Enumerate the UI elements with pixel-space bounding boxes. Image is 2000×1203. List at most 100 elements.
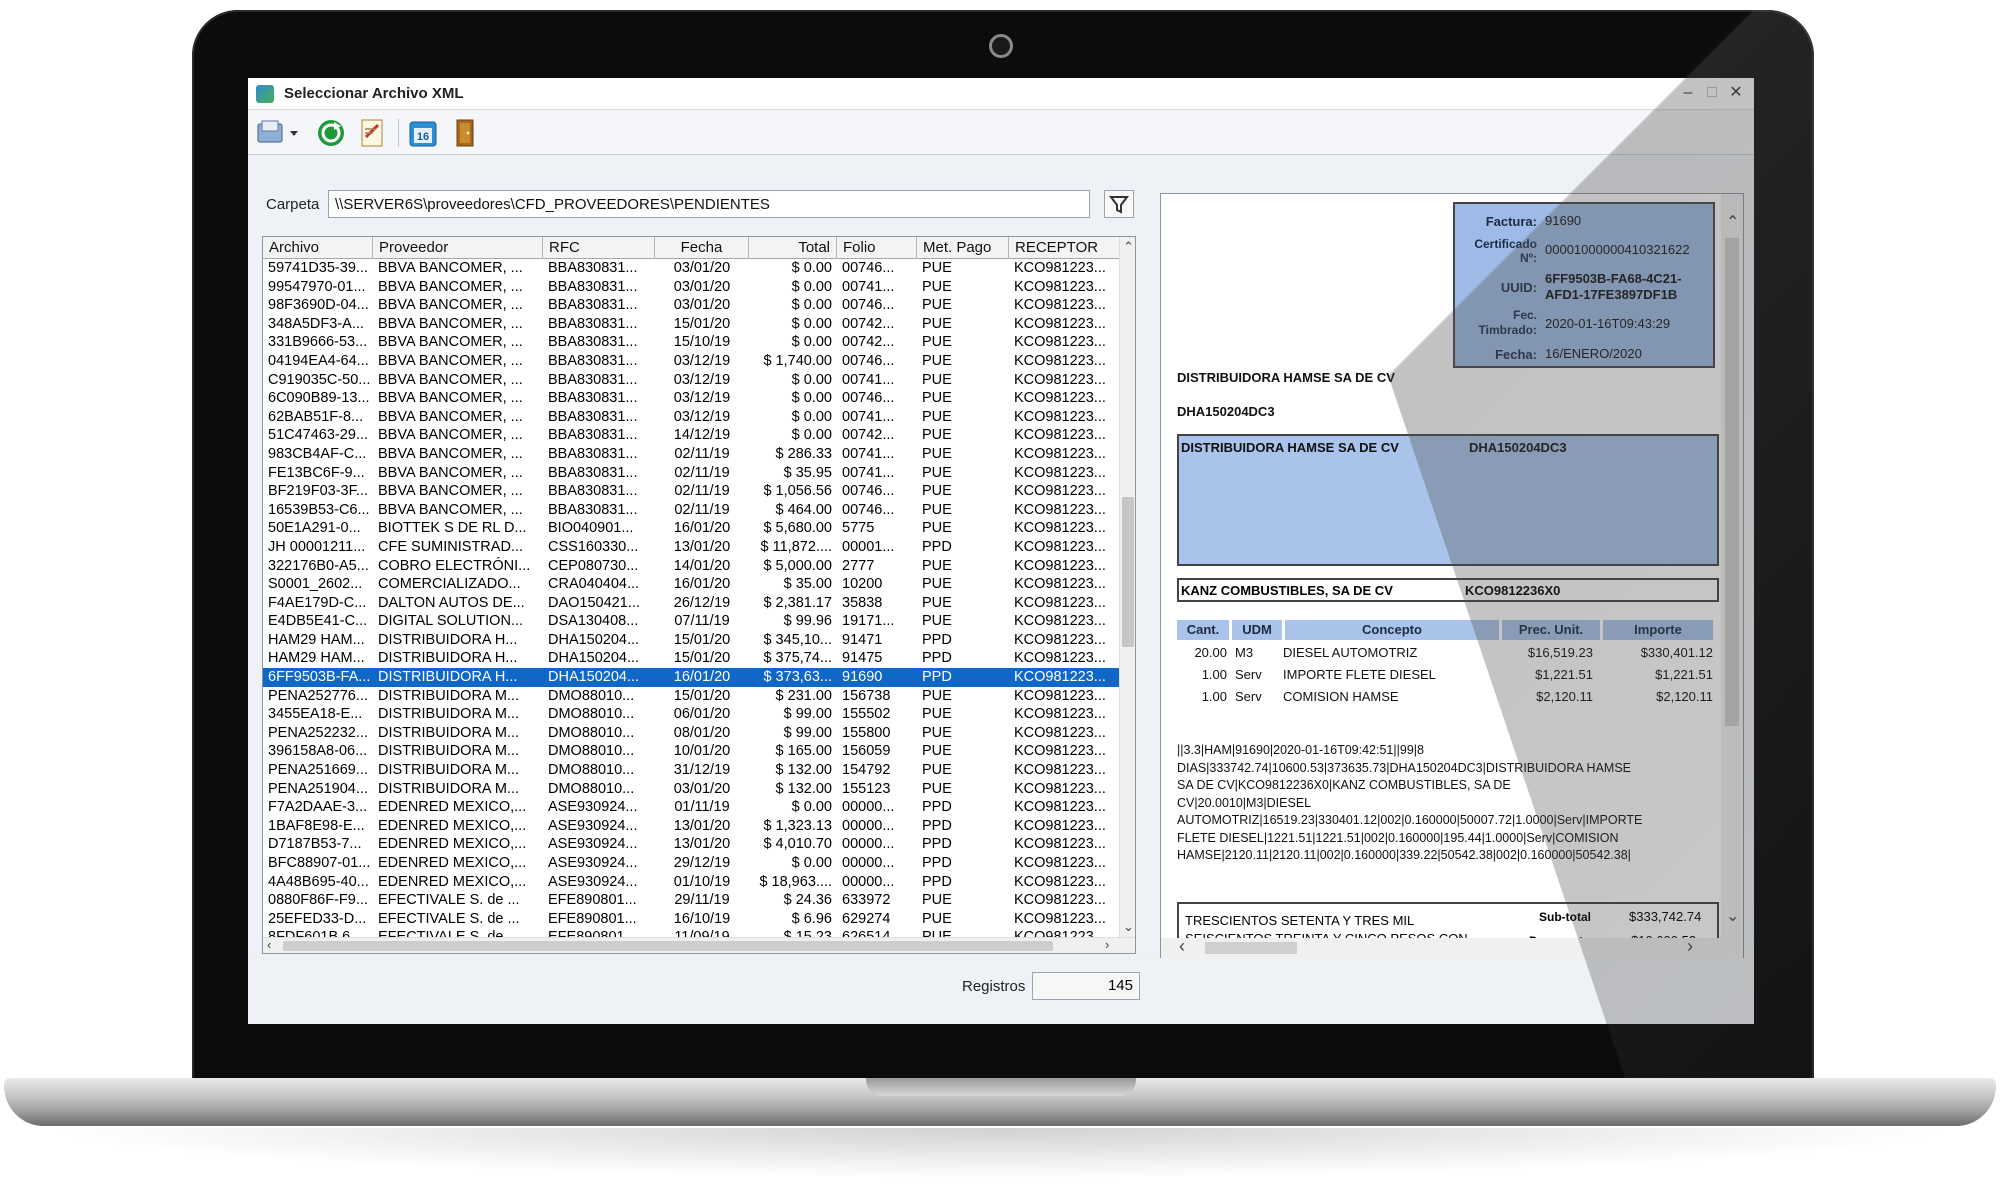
open-icon[interactable] (254, 117, 300, 149)
table-row[interactable]: 983CB4AF-C... BBVA BANCOMER, ... BBA830831… (263, 445, 1123, 464)
column-header[interactable]: Archivo (263, 237, 373, 259)
grid-vertical-scrollbar[interactable]: ⌃ ⌄ (1119, 237, 1135, 939)
table-cell: $ 132.00 (775, 780, 832, 797)
scroll-up-icon[interactable]: ⌃ (1123, 239, 1134, 255)
scroll-thumb[interactable] (1122, 497, 1134, 647)
preview-horizontal-scrollbar[interactable]: ‹ › (1161, 936, 1743, 958)
table-cell: PUE (922, 464, 952, 481)
table-cell: 00742... (842, 334, 895, 351)
invoice-item-cell: $330,401.12 (1640, 645, 1713, 660)
invoice-header-box: Factura: 91690 Certificado Nº: 000010000… (1453, 202, 1715, 368)
table-cell: 629274 (842, 910, 891, 927)
table-row[interactable]: 6FF9503B-FA... DISTRIBUIDORA H... DHA15020… (263, 668, 1123, 687)
table-cell: 00000... (842, 799, 895, 816)
table-row[interactable]: 348A5DF3-A... BBVA BANCOMER, ... BBA830831… (263, 315, 1123, 334)
table-row[interactable]: 51C47463-29... BBVA BANCOMER, ... BBA83083… (263, 426, 1123, 445)
table-row[interactable]: 59741D35-39... BBVA BANCOMER, ... BBA83083… (263, 259, 1123, 278)
scroll-left-icon[interactable]: ‹ (267, 937, 271, 952)
table-row[interactable]: 4A48B695-40... EDENRED MEXICO,... ASE93092… (263, 873, 1123, 892)
table-cell: 08/01/20 (673, 724, 731, 741)
table-row[interactable]: F7A2DAAE-3... EDENRED MEXICO,... ASE930924… (263, 798, 1123, 817)
table-row[interactable]: PENA252232... DISTRIBUIDORA M... DMO88010.… (263, 724, 1123, 743)
refresh-icon[interactable] (314, 117, 348, 149)
table-row[interactable]: PENA251669... DISTRIBUIDORA M... DMO88010.… (263, 761, 1123, 780)
table-row[interactable]: HAM29 HAM... DISTRIBUIDORA H... DHA150204.… (263, 631, 1123, 650)
scroll-down-icon[interactable]: ⌄ (1123, 919, 1134, 935)
table-cell: 07/11/19 (674, 613, 730, 630)
table-cell: E4DB5E41-C... (268, 613, 368, 630)
scroll-right-icon[interactable]: › (1105, 937, 1109, 952)
table-cell: BBA830831... (548, 390, 638, 407)
column-header[interactable]: Fecha (655, 237, 749, 259)
table-cell: EFE890801... (548, 892, 637, 909)
close-button[interactable]: ✕ (1724, 82, 1748, 104)
table-row[interactable]: PENA252776... DISTRIBUIDORA M... DMO88010.… (263, 687, 1123, 706)
table-row[interactable]: 62BAB51F-8... BBVA BANCOMER, ... BBA830831… (263, 408, 1123, 427)
table-row[interactable]: BFC88907-01... EDENRED MEXICO,... ASE93092… (263, 854, 1123, 873)
table-row[interactable]: 322176B0-A5... COBRO ELECTRÓNI... CEP08073… (263, 557, 1123, 576)
table-row[interactable]: BF219F03-3F... BBVA BANCOMER, ... BBA83083… (263, 482, 1123, 501)
filter-button[interactable] (1104, 190, 1134, 218)
table-cell: $ 1,056.56 (763, 483, 832, 500)
filter-icon (1109, 196, 1129, 214)
column-header[interactable]: Proveedor (373, 237, 543, 259)
column-header[interactable]: Total (749, 237, 837, 259)
table-row[interactable]: F4AE179D-C... DALTON AUTOS DE... DAO150421… (263, 594, 1123, 613)
calendar-icon[interactable]: 16 (406, 117, 440, 149)
table-row[interactable]: C919035C-50... BBVA BANCOMER, ... BBA83083… (263, 371, 1123, 390)
table-row[interactable]: 04194EA4-64... BBVA BANCOMER, ... BBA83083… (263, 352, 1123, 371)
table-cell: 06/01/20 (673, 706, 731, 723)
table-row[interactable]: S0001_2602... COMERCIALIZADO... CRA040404.… (263, 575, 1123, 594)
table-row[interactable]: 50E1A291-0... BIOTTEK S DE RL D... BIO0409… (263, 519, 1123, 538)
column-header[interactable]: RECEPTOR (1009, 237, 1123, 259)
maximize-button[interactable]: □ (1700, 82, 1724, 104)
table-cell: 322176B0-A5... (268, 557, 369, 574)
table-row[interactable]: 1BAF8E98-E... EDENRED MEXICO,... ASE930924… (263, 817, 1123, 836)
table-row[interactable]: 98F3690D-04... BBVA BANCOMER, ... BBA83083… (263, 296, 1123, 315)
files-grid[interactable]: Archivo Proveedor RFC Fecha Total Folio Met. P… (262, 236, 1136, 954)
column-header[interactable]: RFC (543, 237, 655, 259)
scroll-thumb[interactable] (1205, 942, 1297, 954)
table-cell: 03/12/19 (673, 352, 731, 369)
scroll-thumb[interactable] (1725, 238, 1739, 726)
table-cell: KCO981223... (1014, 762, 1106, 779)
table-row[interactable]: JH 00001211... CFE SUMINISTRAD... CSS16033… (263, 538, 1123, 557)
table-cell: DMO88010... (548, 743, 635, 760)
table-row[interactable]: 331B9666-53... BBVA BANCOMER, ... BBA83083… (263, 333, 1123, 352)
scroll-up-icon[interactable]: ⌃ (1726, 212, 1739, 232)
table-row[interactable]: HAM29 HAM... DISTRIBUIDORA H... DHA150204.… (263, 649, 1123, 668)
scroll-right-icon[interactable]: › (1687, 936, 1693, 957)
scroll-down-icon[interactable]: ⌄ (1726, 906, 1739, 926)
table-cell: BBA830831... (548, 278, 638, 295)
table-cell: CEP080730... (548, 557, 639, 574)
table-row[interactable]: 0880F86F-F9... EFECTIVALE S. de ... EFE890… (263, 891, 1123, 910)
table-row[interactable]: 3455EA18-E... DISTRIBUIDORA M... DMO88010.… (263, 705, 1123, 724)
column-header[interactable]: Folio (837, 237, 917, 259)
column-header[interactable]: Met. Pago (917, 237, 1009, 259)
table-cell: CFE SUMINISTRAD... (378, 538, 524, 555)
table-row[interactable]: FE13BC6F-9... BBVA BANCOMER, ... BBA830831… (263, 464, 1123, 483)
preview-vertical-scrollbar[interactable]: ⌃ ⌄ (1721, 194, 1743, 942)
table-row[interactable]: 396158A8-06... DISTRIBUIDORA M... DMO88010… (263, 742, 1123, 761)
minimize-button[interactable]: – (1676, 82, 1700, 104)
table-row[interactable]: 16539B53-C6... BBVA BANCOMER, ... BBA83083… (263, 501, 1123, 520)
table-cell: BBVA BANCOMER, ... (378, 501, 523, 518)
table-row[interactable]: 6C090B89-13... BBVA BANCOMER, ... BBA83083… (263, 389, 1123, 408)
table-cell: $ 99.00 (783, 706, 832, 723)
table-row[interactable]: D7187B53-7... EDENRED MEXICO,... ASE930924… (263, 835, 1123, 854)
scroll-thumb[interactable] (283, 941, 1053, 951)
table-row[interactable]: PENA251904... DISTRIBUIDORA M... DMO88010.… (263, 780, 1123, 799)
table-row[interactable]: 99547970-01... BBVA BANCOMER, ... BBA83083… (263, 278, 1123, 297)
table-cell: KCO981223... (1014, 650, 1106, 667)
items-column-header: Concepto (1285, 620, 1499, 640)
table-row[interactable]: E4DB5E41-C... DIGITAL SOLUTION... DSA13040… (263, 612, 1123, 631)
edit-document-icon[interactable] (356, 117, 390, 149)
folder-path-input[interactable] (328, 190, 1090, 218)
table-cell: $ 1,740.00 (763, 352, 832, 369)
table-cell: 633972 (842, 892, 891, 909)
table-row[interactable]: 25EFED33-D... EFECTIVALE S. de ... EFE8908… (263, 910, 1123, 929)
exit-door-icon[interactable] (448, 117, 482, 149)
scroll-left-icon[interactable]: ‹ (1179, 936, 1185, 957)
table-cell: PUE (922, 334, 952, 351)
grid-horizontal-scrollbar[interactable]: ‹ › (263, 937, 1135, 953)
